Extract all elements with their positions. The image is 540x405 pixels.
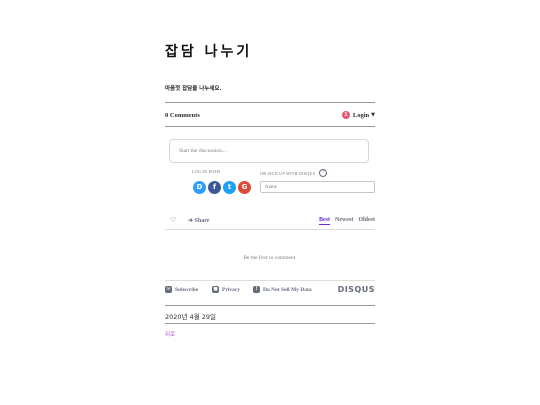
warning-icon: !	[253, 286, 260, 293]
comment-input[interactable]: Start the discussion...	[169, 139, 369, 163]
do-not-sell-link[interactable]: ! Do Not Sell My Data	[253, 286, 312, 293]
signup-label: OR SIGN UP WITH DISQUS ?	[260, 169, 328, 177]
comment-placeholder: Start the discussion...	[179, 148, 226, 154]
heart-icon[interactable]: ♡	[170, 216, 176, 224]
twitter-icon[interactable]: t	[223, 181, 236, 194]
privacy-link[interactable]: ■ Privacy	[212, 286, 240, 293]
login-button[interactable]: 1 Login ▼	[341, 111, 375, 119]
back-link[interactable]: 뒤로	[165, 330, 175, 338]
divider	[165, 229, 375, 230]
sort-tabs: Best Newest Oldest	[314, 217, 375, 225]
help-icon[interactable]: ?	[319, 169, 328, 177]
name-field[interactable]	[260, 181, 375, 193]
facebook-icon[interactable]: f	[208, 181, 221, 194]
comments-header: 0 Comments 1 Login ▼	[165, 110, 375, 122]
disqus-logo[interactable]: DISQUS	[338, 285, 375, 294]
subscribe-link[interactable]: ✉ Subscribe	[165, 286, 198, 293]
page-subtitle: 마음껏 잡담을 나누세요.	[165, 86, 222, 92]
login-label: Login	[352, 111, 370, 119]
divider	[165, 126, 375, 127]
divider	[165, 323, 375, 324]
google-icon[interactable]: G	[238, 181, 251, 194]
login-with-label: LOG IN WITH	[192, 169, 221, 174]
post-date: 2020년 4월 29일	[165, 313, 217, 321]
divider	[165, 280, 375, 281]
disqus-icon[interactable]: D	[193, 181, 206, 194]
empty-message: Be the first to comment.	[243, 255, 297, 261]
lock-icon: ■	[212, 286, 219, 293]
page-title: 잡담 나누기	[165, 44, 253, 60]
notification-badge: 1	[341, 111, 350, 119]
share-button[interactable]: ➜ Share	[188, 217, 209, 224]
tab-newest[interactable]: Newest	[335, 217, 353, 225]
discussion-actions: ♡ ➜ Share Best Newest Oldest	[165, 216, 375, 226]
chevron-down-icon: ▼	[371, 112, 375, 118]
tab-best[interactable]: Best	[319, 217, 330, 225]
signup-text: OR SIGN UP WITH DISQUS	[260, 170, 316, 176]
disqus-footer: ✉ Subscribe ■ Privacy ! Do Not Sell My D…	[165, 285, 375, 296]
tab-oldest[interactable]: Oldest	[358, 217, 375, 225]
divider	[165, 102, 375, 103]
divider	[165, 305, 375, 306]
social-login-buttons: D f t G	[193, 181, 253, 194]
envelope-icon: ✉	[165, 286, 172, 293]
comments-count: 0 Comments	[165, 112, 200, 119]
